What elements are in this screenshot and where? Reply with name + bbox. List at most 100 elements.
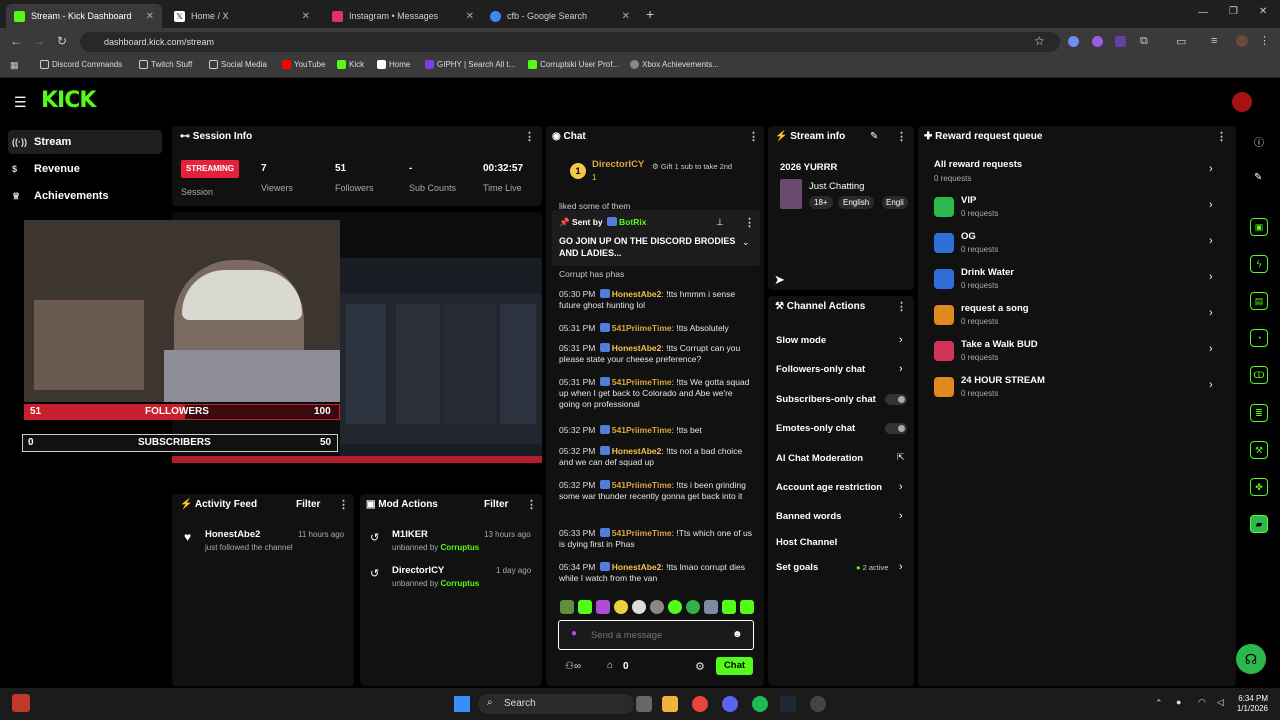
puzzle-extensions-icon[interactable]: ⧉ bbox=[1140, 35, 1148, 48]
file-explorer-icon[interactable] bbox=[662, 696, 678, 712]
account-age-label[interactable]: Account age restriction bbox=[776, 482, 882, 493]
spotify-icon[interactable] bbox=[752, 696, 768, 712]
chevron-right-icon[interactable]: › bbox=[899, 363, 903, 375]
chevron-right-icon[interactable]: › bbox=[899, 561, 903, 573]
bookmark[interactable]: Discord Commands bbox=[40, 60, 122, 69]
browser-menu-icon[interactable]: ⋮ bbox=[1259, 34, 1270, 47]
profile-avatar[interactable] bbox=[1236, 35, 1248, 47]
emote-icon[interactable] bbox=[668, 600, 682, 614]
emote-icon[interactable] bbox=[740, 600, 754, 614]
set-goals-label[interactable]: Set goals bbox=[776, 562, 818, 573]
apps-grid-icon[interactable]: ▦ bbox=[10, 60, 19, 71]
clock[interactable]: 6:34 PM 1/1/2026 bbox=[1232, 694, 1268, 714]
forward-icon[interactable]: → bbox=[33, 34, 45, 48]
reward-name[interactable]: 24 HOUR STREAM bbox=[961, 375, 1045, 386]
close-tab-icon[interactable]: ✕ bbox=[466, 11, 474, 22]
discord-icon[interactable] bbox=[722, 696, 738, 712]
nav-item-achievements[interactable]: ♕ Achievements bbox=[12, 190, 109, 202]
send-chat-button[interactable]: Chat bbox=[716, 657, 753, 675]
new-tab-icon[interactable]: + bbox=[646, 6, 654, 22]
close-tab-icon[interactable]: ✕ bbox=[302, 11, 310, 22]
mod-more-icon[interactable]: ⋮ bbox=[526, 498, 537, 511]
bookmark[interactable]: Home bbox=[377, 60, 410, 69]
address-bar[interactable]: dashboard.kick.com/stream bbox=[80, 32, 1060, 52]
sidebar-icon[interactable]: ▭ bbox=[1176, 35, 1186, 48]
downloads-icon[interactable]: ≡ bbox=[1211, 35, 1217, 47]
activity-filter-button[interactable]: Filter bbox=[296, 499, 320, 510]
broadcast-icon[interactable]: ↀ bbox=[1250, 366, 1268, 384]
chevron-right-icon[interactable]: › bbox=[1209, 235, 1213, 247]
followers-only-label[interactable]: Followers-only chat bbox=[776, 364, 865, 375]
external-link-icon[interactable]: ⇱ bbox=[897, 452, 905, 463]
chevron-right-icon[interactable]: › bbox=[1209, 163, 1213, 175]
gift-leader-user[interactable]: DirectorICY bbox=[592, 159, 644, 170]
chevron-down-icon[interactable]: ⌄ bbox=[742, 237, 750, 248]
reward-name[interactable]: VIP bbox=[961, 195, 976, 206]
minimize-icon[interactable]: — bbox=[1198, 7, 1208, 18]
activity-more-icon[interactable]: ⋮ bbox=[338, 498, 349, 511]
obs-icon[interactable] bbox=[810, 696, 826, 712]
chat-icon[interactable]: ◔ bbox=[1250, 329, 1268, 347]
bookmark[interactable]: Corruptski User Prof... bbox=[528, 60, 619, 69]
emote-icon[interactable] bbox=[722, 600, 736, 614]
app-icon[interactable] bbox=[12, 694, 30, 712]
stream-info-more-icon[interactable]: ⋮ bbox=[896, 130, 907, 143]
extension-icon[interactable] bbox=[1068, 36, 1079, 47]
bookmark[interactable]: Social Media bbox=[209, 60, 267, 69]
extension-icon[interactable] bbox=[1115, 36, 1126, 47]
mod-action-user[interactable]: DirectorICY bbox=[392, 565, 444, 576]
back-icon[interactable]: ← bbox=[10, 34, 22, 48]
emote-icon[interactable] bbox=[578, 600, 592, 614]
emote-icon[interactable] bbox=[560, 600, 574, 614]
close-tab-icon[interactable]: ✕ bbox=[146, 11, 154, 22]
emote-icon[interactable] bbox=[650, 600, 664, 614]
steam-icon[interactable] bbox=[780, 696, 796, 712]
bookmark[interactable]: Twitch Stuff bbox=[139, 60, 192, 69]
all-rewards-label[interactable]: All reward requests bbox=[934, 159, 1022, 170]
mod-action-user[interactable]: M1IKER bbox=[392, 529, 428, 540]
chevron-right-icon[interactable]: › bbox=[1209, 343, 1213, 355]
wrench-icon[interactable]: ⚒ bbox=[1250, 441, 1268, 459]
wifi-icon[interactable]: ◠ bbox=[1198, 697, 1206, 708]
chrome-icon[interactable] bbox=[692, 696, 708, 712]
document-icon[interactable]: ▤ bbox=[1250, 292, 1268, 310]
chat-settings-gear-icon[interactable]: ⚙ bbox=[695, 660, 705, 673]
task-view-icon[interactable] bbox=[636, 696, 652, 712]
info-icon[interactable]: ⓘ bbox=[1254, 134, 1264, 149]
host-channel-label[interactable]: Host Channel bbox=[776, 537, 837, 548]
tab-instagram[interactable]: Instagram • Messages ✕ bbox=[324, 4, 482, 28]
bolt-icon[interactable]: ϟ bbox=[1250, 255, 1268, 273]
nav-item-revenue[interactable]: $ Revenue bbox=[12, 163, 80, 175]
edit-icon[interactable]: ✎ bbox=[1254, 172, 1262, 183]
chat-more-icon[interactable]: ⋮ bbox=[748, 130, 759, 143]
hamburger-menu-icon[interactable]: ☰ bbox=[14, 94, 27, 111]
subscribers-only-toggle[interactable] bbox=[885, 394, 907, 405]
user-avatar[interactable] bbox=[1232, 92, 1252, 112]
bookmark[interactable]: Kick bbox=[337, 60, 364, 69]
reward-more-icon[interactable]: ⋮ bbox=[1216, 130, 1227, 143]
emote-icon[interactable] bbox=[686, 600, 700, 614]
chevron-right-icon[interactable]: › bbox=[1209, 379, 1213, 391]
reward-name[interactable]: OG bbox=[961, 231, 976, 242]
close-window-icon[interactable]: ✕ bbox=[1259, 6, 1267, 17]
layers-icon[interactable]: ≣ bbox=[1250, 404, 1268, 422]
session-more-icon[interactable]: ⋮ bbox=[524, 130, 535, 143]
bookmark-star-icon[interactable]: ☆ bbox=[1034, 34, 1045, 48]
store-icon[interactable]: ⌂ bbox=[607, 660, 613, 671]
kick-logo[interactable]: KICK bbox=[41, 88, 96, 113]
close-tab-icon[interactable]: ✕ bbox=[622, 11, 630, 22]
reload-icon[interactable]: ↻ bbox=[57, 34, 67, 48]
bookmark[interactable]: GIPHY | Search All t... bbox=[425, 60, 515, 69]
mod-filter-button[interactable]: Filter bbox=[484, 499, 508, 510]
tab-kick-dashboard[interactable]: Stream - Kick Dashboard ✕ bbox=[6, 4, 162, 28]
stream-category[interactable]: Just Chatting bbox=[809, 181, 864, 192]
chevron-right-icon[interactable]: › bbox=[1209, 199, 1213, 211]
taskbar-search[interactable]: Search bbox=[478, 694, 634, 714]
slow-mode-label[interactable]: Slow mode bbox=[776, 335, 826, 346]
channel-actions-more-icon[interactable]: ⋮ bbox=[896, 300, 907, 313]
tab-x-home[interactable]: 𝕏 Home / X ✕ bbox=[166, 4, 318, 28]
emote-icon[interactable] bbox=[614, 600, 628, 614]
emote-icon[interactable] bbox=[632, 600, 646, 614]
tab-google-search[interactable]: cfb - Google Search ✕ bbox=[482, 4, 638, 28]
chat-message-input[interactable] bbox=[591, 626, 725, 644]
